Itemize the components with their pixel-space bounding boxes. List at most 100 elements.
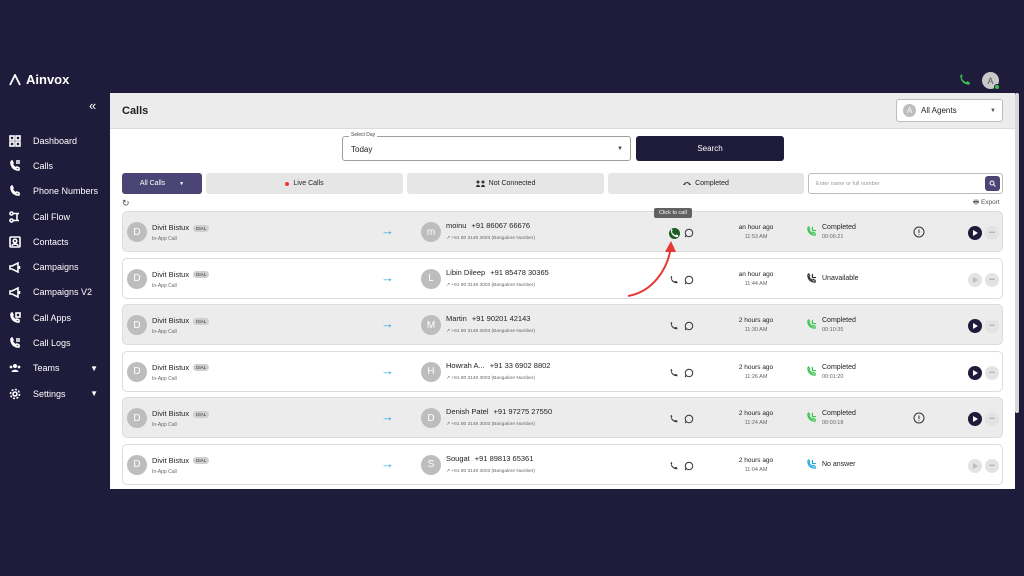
status-label: No answer (822, 460, 856, 468)
sidebar-item-calls[interactable]: Calls (0, 153, 110, 178)
table-row[interactable]: D Divit Bistux DIAL In-App Call → D Denis… (122, 397, 1003, 438)
caller-name: Divit Bistux (152, 409, 190, 418)
gear-icon (8, 387, 21, 400)
outgoing-arrow-icon: ↗ (446, 468, 451, 474)
tab-all-calls[interactable]: All Calls ▼ (122, 173, 202, 194)
time-clock: 11:30 AM (744, 327, 768, 333)
call-phone-icon[interactable] (669, 321, 679, 331)
call-phone-icon[interactable] (669, 368, 679, 378)
callee-name: Libin Dileep (446, 267, 486, 277)
more-options-button[interactable]: ••• (985, 365, 999, 380)
callee-cell: Denish Patel +91 97275 27550 (446, 407, 552, 416)
tab-live-calls[interactable]: Live Calls (206, 173, 403, 194)
export-button[interactable]: 🖶 Export (973, 198, 1000, 209)
caller-name: Divit Bistux (152, 316, 190, 325)
call-missed-icon (807, 272, 817, 283)
more-options-button[interactable]: ••• (985, 272, 999, 287)
call-duration: 00:10:35 (822, 327, 844, 333)
search-button[interactable]: Search (636, 136, 784, 161)
callee-avatar: m (421, 222, 441, 242)
dial-badge: DIAL (193, 457, 210, 465)
call-time: an hour ago 11:53 AM (738, 224, 774, 240)
live-dot-icon (285, 181, 290, 186)
sidebar-item-campaigns-v2[interactable]: Campaigns V2 (0, 280, 110, 305)
sidebar-item-label: Call Logs (33, 338, 71, 349)
sidebar-item-teams[interactable]: Teams ▼ (0, 356, 110, 381)
via-number: ↗ +91 80 3149 3003 (Bangalore Number) (446, 236, 535, 241)
user-avatar[interactable]: A (982, 72, 1000, 90)
more-options-button[interactable]: ••• (985, 226, 999, 240)
chevron-down-icon[interactable]: ▼ (90, 389, 98, 398)
chevron-down-icon: ▼ (617, 146, 623, 152)
more-options-button[interactable]: ••• (985, 412, 999, 426)
outgoing-arrow-icon: ↗ (446, 236, 451, 241)
sidebar-item-call-flow[interactable]: Call Flow (0, 204, 110, 229)
sidebar-item-label: Contacts (33, 236, 69, 247)
dialer-phone-icon[interactable] (958, 73, 972, 87)
caller-avatar: D (127, 361, 147, 382)
tab-completed[interactable]: Completed (608, 173, 804, 194)
caller-name: Divit Bistux (152, 362, 190, 372)
name-number-search-input[interactable]: Enter name or full number (808, 173, 1003, 194)
tab-not-connected[interactable]: Not Connected (407, 173, 604, 194)
callee-cell: moinu +91 86067 66676 (446, 221, 530, 230)
brand-logo[interactable]: Ainvox (9, 72, 69, 87)
scrollbar[interactable] (1015, 93, 1019, 413)
whatsapp-icon[interactable] (684, 228, 694, 238)
via-number-text: +91 80 3149 3003 (Bangalore Number) (451, 282, 535, 288)
callee-cell: Martin +91 90201 42143 (446, 314, 530, 323)
table-row[interactable]: D Divit Bistux DIAL In-App Call → L Libin… (122, 257, 1003, 299)
note-icon[interactable] (913, 226, 925, 238)
more-options-button[interactable]: ••• (985, 319, 999, 333)
more-options-button[interactable]: ••• (985, 458, 999, 473)
sidebar-item-campaigns[interactable]: Campaigns (0, 254, 110, 279)
sidebar-item-phone-numbers[interactable]: Phone Numbers (0, 179, 110, 204)
callee-name: Sougat (446, 453, 470, 463)
chevron-down-icon[interactable]: ▼ (90, 364, 98, 373)
call-phone-icon[interactable] (669, 275, 679, 285)
table-row[interactable]: D Divit Bistux DIAL In-App Call → S Souga… (122, 443, 1003, 485)
whatsapp-icon[interactable] (684, 321, 694, 331)
time-clock: 11:24 AM (744, 420, 768, 426)
sidebar-item-settings[interactable]: Settings ▼ (0, 381, 110, 406)
whatsapp-icon[interactable] (684, 368, 694, 378)
play-recording-button[interactable] (968, 412, 982, 426)
apps-icon (8, 311, 21, 324)
call-source: In-App Call (152, 422, 177, 428)
ainvox-logo-icon (9, 73, 21, 85)
play-recording-button[interactable] (968, 458, 982, 473)
agent-filter-select[interactable]: A All Agents ▼ (896, 99, 1003, 122)
megaphone-icon (8, 261, 21, 274)
note-icon[interactable] (913, 412, 925, 424)
sidebar-item-contacts[interactable]: Contacts (0, 229, 110, 254)
call-phone-icon[interactable] (669, 228, 680, 239)
search-icon[interactable] (985, 176, 1000, 191)
select-day-dropdown[interactable]: Select Day Today ▼ (342, 132, 631, 161)
table-row[interactable]: D Divit Bistux DIAL In-App Call → H Howra… (122, 350, 1003, 392)
call-phone-icon[interactable] (669, 414, 679, 424)
play-recording-button[interactable] (968, 319, 982, 333)
whatsapp-icon[interactable] (684, 461, 694, 471)
call-source: In-App Call (152, 236, 177, 242)
refresh-icon[interactable]: ↻ (122, 198, 130, 209)
callee-avatar: D (421, 408, 441, 428)
table-row[interactable]: D Divit Bistux DIAL In-App Call → m moinu… (122, 211, 1003, 252)
whatsapp-icon[interactable] (684, 275, 694, 285)
play-recording-button[interactable] (968, 365, 982, 380)
dial-badge: DIAL (193, 224, 210, 232)
caller-name: Divit Bistux (152, 455, 190, 465)
sidebar-item-call-logs[interactable]: Call Logs (0, 330, 110, 355)
play-recording-button[interactable] (968, 272, 982, 287)
call-phone-icon[interactable] (669, 461, 679, 471)
not-connected-icon (475, 180, 485, 187)
time-clock: 11:04 AM (744, 466, 768, 473)
caller-name-cell: Divit Bistux DIAL (152, 455, 210, 465)
collapse-sidebar-icon[interactable]: « (89, 98, 96, 113)
play-recording-button[interactable] (968, 226, 982, 240)
calls-icon (8, 159, 21, 172)
table-row[interactable]: D Divit Bistux DIAL In-App Call → M Marti… (122, 304, 1003, 345)
play-icon (973, 230, 978, 236)
sidebar-item-call-apps[interactable]: Call Apps (0, 305, 110, 330)
whatsapp-icon[interactable] (684, 414, 694, 424)
sidebar-item-dashboard[interactable]: Dashboard (0, 128, 110, 153)
